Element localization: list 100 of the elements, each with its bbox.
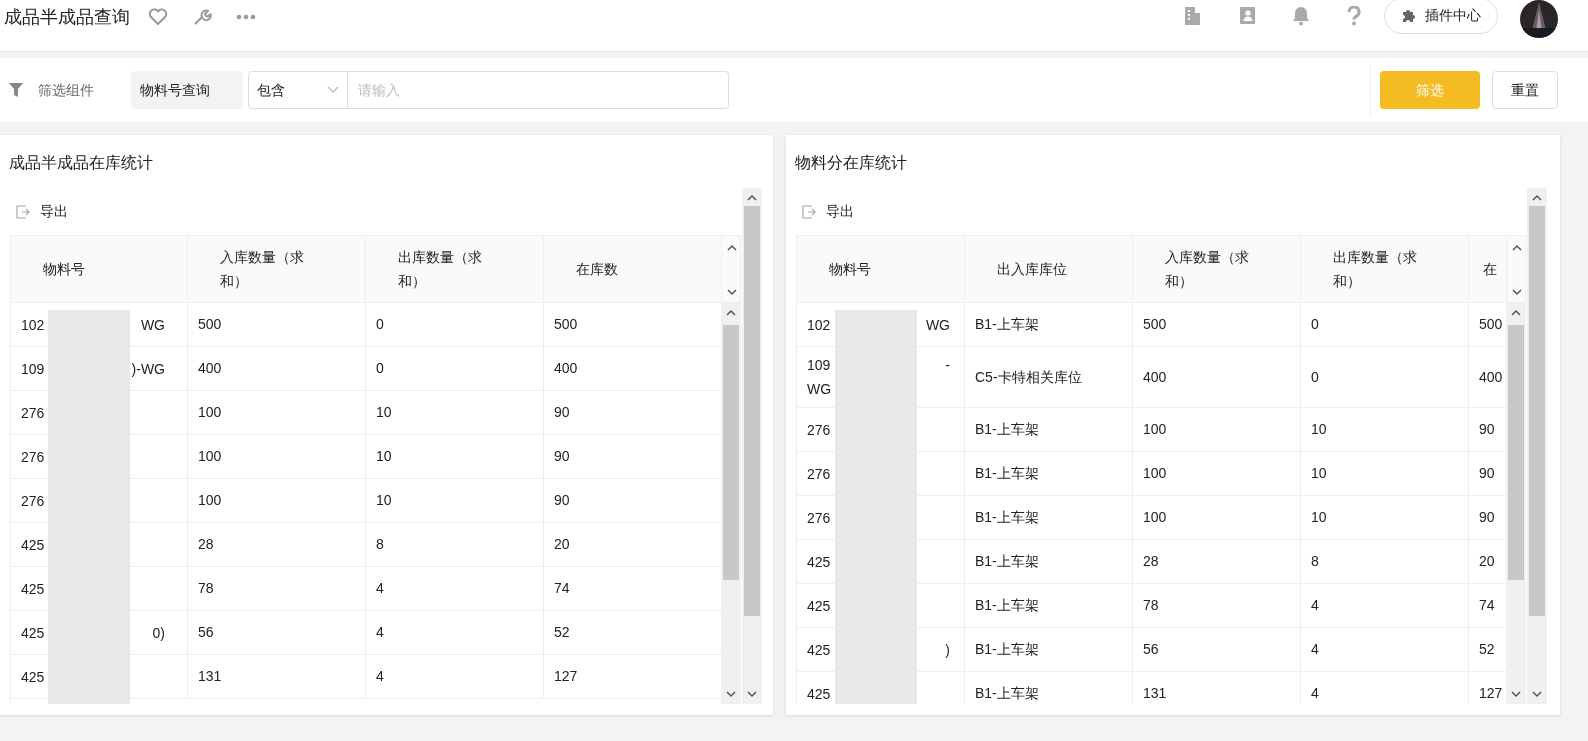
column-header: 出库数量（求和） bbox=[1333, 248, 1418, 291]
table-cell-text: B1-上车架 bbox=[975, 420, 1039, 439]
table-cell-text: 8 bbox=[376, 535, 384, 554]
export-icon[interactable] bbox=[802, 204, 816, 219]
table-cell-text: 0 bbox=[376, 315, 384, 334]
table-cell-text: )-WG bbox=[131, 359, 165, 379]
table-cell-text: 109 bbox=[21, 359, 45, 379]
scroll-up-icon[interactable] bbox=[726, 309, 736, 316]
table-cell-text: 425 bbox=[807, 552, 831, 572]
table-cell-text: 10 bbox=[376, 491, 392, 510]
table-cell-text: 20 bbox=[554, 535, 570, 554]
table-cell-text: 500 bbox=[554, 315, 578, 334]
table-cell-text: 276 bbox=[21, 447, 45, 467]
table-cell-text: 78 bbox=[198, 579, 214, 598]
table-cell-text: 131 bbox=[1143, 684, 1167, 703]
table-cell-text: 500 bbox=[1143, 315, 1167, 334]
table-cell-text: 109 bbox=[807, 356, 831, 375]
page-title: 成品半成品查询 bbox=[4, 6, 130, 29]
table-cell-text: 74 bbox=[554, 579, 570, 598]
building-icon[interactable] bbox=[1183, 5, 1203, 26]
table-cell-text: 10 bbox=[376, 403, 392, 422]
table-cell-text: 28 bbox=[198, 535, 214, 554]
bell-icon[interactable] bbox=[1292, 5, 1310, 26]
table-cell-text: WG bbox=[807, 380, 832, 399]
scroll-arrows-icon[interactable] bbox=[1512, 244, 1522, 296]
table-cell-text: 90 bbox=[554, 447, 570, 466]
table-cell-text: 4 bbox=[1311, 640, 1319, 659]
column-header: 物料号 bbox=[829, 260, 872, 279]
table-cell-text: WG bbox=[925, 315, 950, 335]
search-field[interactable]: 请输入 bbox=[348, 71, 729, 109]
table-cell-text: 4 bbox=[1311, 596, 1319, 615]
operator-dropdown[interactable]: 包含 bbox=[248, 71, 348, 109]
table-cell-text: 90 bbox=[1479, 464, 1495, 483]
scroll-down-icon[interactable] bbox=[747, 691, 757, 698]
table-cell-text: 90 bbox=[1479, 508, 1495, 527]
scrollbar[interactable] bbox=[1527, 188, 1547, 704]
table-cell-text: 100 bbox=[1143, 508, 1167, 527]
table-cell-text: 400 bbox=[554, 359, 578, 378]
table-cell-text: 100 bbox=[1143, 464, 1167, 483]
plugin-center-button[interactable]: 插件中心 bbox=[1384, 0, 1498, 34]
scrollbar[interactable] bbox=[1506, 303, 1526, 704]
chevron-down-icon bbox=[327, 86, 339, 94]
table-cell-text: 10 bbox=[1311, 508, 1327, 527]
table-cell-text: 56 bbox=[1143, 640, 1159, 659]
scroll-up-icon[interactable] bbox=[1511, 309, 1521, 316]
table-cell-text: 28 bbox=[1143, 552, 1159, 571]
table-cell-text: 425 bbox=[21, 623, 45, 643]
help-icon[interactable] bbox=[1346, 5, 1362, 26]
table-cell-text: 400 bbox=[1479, 367, 1503, 387]
table-cell-text: 276 bbox=[807, 420, 831, 440]
table-cell-text: B1-上车架 bbox=[975, 684, 1039, 703]
scroll-up-icon[interactable] bbox=[1532, 194, 1542, 201]
scroll-down-icon[interactable] bbox=[1532, 691, 1542, 698]
heart-icon[interactable] bbox=[148, 7, 168, 26]
column-header: 入库数量（求和） bbox=[220, 248, 305, 291]
scrollbar[interactable] bbox=[721, 303, 741, 704]
table-cell-text: 127 bbox=[1479, 684, 1503, 703]
table-cell-text: 127 bbox=[554, 667, 578, 686]
scroll-up-icon[interactable] bbox=[747, 194, 757, 201]
table-cell-text: 90 bbox=[554, 491, 570, 510]
table-cell-text: 90 bbox=[554, 403, 570, 422]
panel-title: 物料分在库统计 bbox=[794, 153, 908, 173]
scroll-down-icon[interactable] bbox=[1511, 691, 1521, 698]
table-cell-text: 425 bbox=[807, 684, 831, 704]
export-link[interactable]: 导出 bbox=[826, 201, 854, 222]
table-cell-text: 100 bbox=[198, 403, 222, 422]
table-cell-text: 400 bbox=[1143, 367, 1167, 387]
table-cell-text: 102 bbox=[807, 315, 831, 335]
table-cell-text: 425 bbox=[21, 535, 45, 555]
table-cell-text: 500 bbox=[198, 315, 222, 334]
table-cell-text: 276 bbox=[21, 491, 45, 511]
table-cell-text: 20 bbox=[1479, 552, 1495, 571]
scroll-down-icon[interactable] bbox=[726, 691, 736, 698]
export-link[interactable]: 导出 bbox=[40, 201, 68, 222]
table-cell-text: 0 bbox=[1311, 367, 1319, 387]
panel-title: 成品半成品在库统计 bbox=[8, 153, 154, 173]
column-header: 在库数 bbox=[576, 260, 619, 279]
filter-label: 筛选组件 bbox=[38, 80, 94, 100]
table-cell-text: 276 bbox=[807, 464, 831, 484]
reset-button[interactable]: 重置 bbox=[1492, 71, 1558, 109]
scroll-arrows-icon[interactable] bbox=[727, 244, 737, 296]
table-cell-text: 74 bbox=[1479, 596, 1495, 615]
more-icon[interactable] bbox=[236, 13, 256, 20]
table-cell-text: 8 bbox=[1311, 552, 1319, 571]
table-cell-text: 78 bbox=[1143, 596, 1159, 615]
table-cell-text: 500 bbox=[1479, 315, 1503, 334]
table-cell-text: 10 bbox=[376, 447, 392, 466]
table-cell-text: 4 bbox=[1311, 684, 1319, 703]
column-header: 物料号 bbox=[43, 260, 86, 279]
table-cell-text: - bbox=[945, 356, 950, 375]
table-cell-text: 4 bbox=[376, 579, 384, 598]
table-cell-text: 52 bbox=[554, 623, 570, 642]
table-cell-text: 100 bbox=[198, 491, 222, 510]
column-header: 入库数量（求和） bbox=[1165, 248, 1250, 291]
table-cell-text: 4 bbox=[376, 667, 384, 686]
table-cell-text: 0 bbox=[376, 359, 384, 378]
export-icon[interactable] bbox=[16, 204, 30, 219]
table-cell-text: B1-上车架 bbox=[975, 596, 1039, 615]
scrollbar[interactable] bbox=[742, 188, 762, 704]
contacts-icon[interactable] bbox=[1239, 6, 1256, 25]
